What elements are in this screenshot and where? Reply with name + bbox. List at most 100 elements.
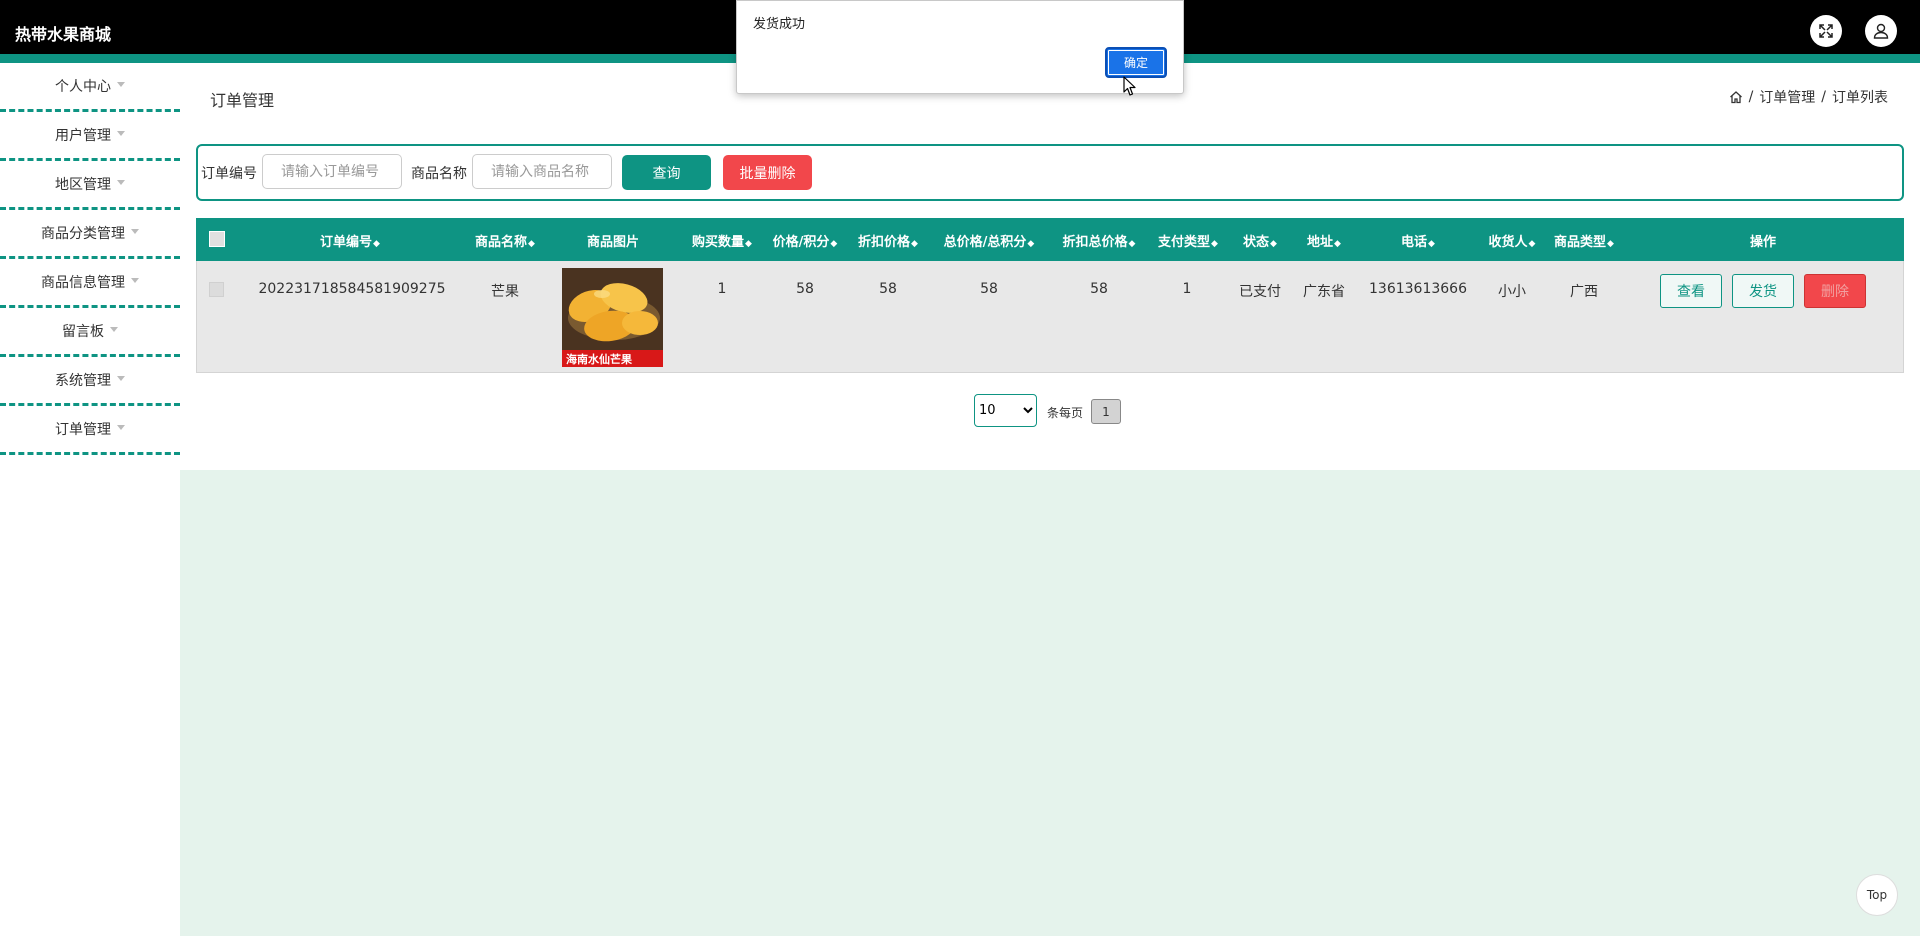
query-button[interactable]: 查询 — [622, 155, 711, 190]
alert-message: 发货成功 — [753, 17, 806, 32]
caret-down-icon — [131, 278, 139, 283]
caret-down-icon — [117, 180, 125, 185]
sidebar-item-order-management[interactable]: 订单管理 — [0, 406, 180, 455]
view-button[interactable]: 查看 — [1660, 274, 1722, 308]
page-number-button[interactable]: 1 — [1091, 399, 1121, 424]
caret-down-icon — [117, 131, 125, 136]
alert-dialog: 发货成功 确定 — [736, 0, 1184, 94]
sidebar-item-product-management[interactable]: 商品信息管理 — [0, 259, 180, 308]
select-all-checkbox[interactable] — [209, 231, 225, 247]
product-name-input[interactable] — [472, 154, 612, 189]
column-header-pay-type[interactable]: 支付类型◆ — [1158, 231, 1218, 250]
sort-icon: ◆ — [1211, 239, 1218, 249]
user-icon — [1873, 23, 1889, 39]
fullscreen-button[interactable] — [1810, 15, 1842, 47]
sidebar-item-label: 个人中心 — [55, 79, 111, 95]
breadcrumb: / 订单管理 / 订单列表 — [1729, 87, 1888, 107]
table-header — [196, 218, 1904, 261]
caret-down-icon — [131, 229, 139, 234]
app-title: 热带水果商城 — [15, 25, 112, 44]
sidebar-item-personal-center[interactable]: 个人中心 — [0, 63, 180, 112]
sidebar-item-user-management[interactable]: 用户管理 — [0, 112, 180, 161]
column-header-total-price[interactable]: 总价格/总积分◆ — [944, 231, 1035, 250]
column-header-actions: 操作 — [1749, 235, 1777, 250]
column-header-phone[interactable]: 电话◆ — [1401, 231, 1435, 250]
sort-icon: ◆ — [1027, 239, 1035, 249]
column-header-order-number[interactable]: 订单编号◆ — [320, 231, 380, 250]
column-header-status[interactable]: 状态◆ — [1243, 231, 1277, 250]
mouse-cursor-icon — [1123, 76, 1136, 96]
cell-price: 58 — [796, 281, 814, 297]
caret-down-icon — [117, 82, 125, 87]
sort-icon: ◆ — [830, 239, 838, 249]
table-row — [196, 261, 1904, 373]
column-header-discount-price[interactable]: 折扣价格◆ — [858, 231, 918, 250]
cell-order-number: 202231718584581909275 — [258, 281, 446, 297]
cell-phone: 13613613666 — [1369, 281, 1467, 297]
caret-down-icon — [110, 327, 118, 332]
sidebar-item-system-management[interactable]: 系统管理 — [0, 357, 180, 406]
sidebar-item-label: 用户管理 — [55, 128, 111, 144]
cell-discount-total: 58 — [1090, 281, 1108, 297]
page-title: 订单管理 — [210, 91, 275, 110]
per-page-label: 条每页 — [1047, 406, 1084, 420]
user-avatar-button[interactable] — [1865, 15, 1897, 47]
main-background — [180, 470, 1920, 936]
sidebar-item-label: 订单管理 — [55, 422, 111, 438]
cell-receiver: 小小 — [1498, 284, 1526, 300]
sidebar-item-label: 商品信息管理 — [41, 275, 125, 291]
column-header-product-type[interactable]: 商品类型◆ — [1554, 231, 1614, 250]
sort-icon: ◆ — [1607, 239, 1614, 249]
sidebar-item-label: 系统管理 — [55, 373, 111, 389]
column-header-price[interactable]: 价格/积分◆ — [773, 231, 838, 250]
sort-icon: ◆ — [373, 239, 380, 249]
sidebar: 个人中心 用户管理 地区管理 商品分类管理 商品信息管理 留言板 系统管理 订单… — [0, 63, 180, 936]
breadcrumb-item-order-list: 订单列表 — [1832, 90, 1888, 106]
sort-icon: ◆ — [528, 239, 535, 249]
sort-icon: ◆ — [911, 239, 918, 249]
sidebar-item-label: 商品分类管理 — [41, 226, 125, 242]
cell-product-type: 广西 — [1570, 284, 1598, 300]
column-header-receiver[interactable]: 收货人◆ — [1489, 231, 1536, 250]
sidebar-item-label: 地区管理 — [55, 177, 111, 193]
batch-delete-button[interactable]: 批量删除 — [723, 155, 812, 190]
alert-ok-button[interactable]: 确定 — [1105, 47, 1167, 78]
product-image-caption: 海南水仙芒果 — [562, 350, 663, 367]
sidebar-item-label: 留言板 — [62, 324, 104, 340]
column-header-product-image: 商品图片 — [586, 235, 640, 250]
sort-icon: ◆ — [745, 239, 752, 249]
breadcrumb-separator: / — [1748, 89, 1754, 105]
breadcrumb-item-order-management[interactable]: 订单管理 — [1759, 87, 1815, 107]
column-header-address[interactable]: 地址◆ — [1307, 231, 1341, 250]
fullscreen-icon — [1819, 24, 1833, 38]
caret-down-icon — [117, 425, 125, 430]
breadcrumb-separator: / — [1821, 89, 1826, 105]
sidebar-item-region-management[interactable]: 地区管理 — [0, 161, 180, 210]
delete-button[interactable]: 删除 — [1804, 274, 1866, 308]
sort-icon: ◆ — [1428, 239, 1435, 249]
back-to-top-button[interactable]: Top — [1856, 874, 1898, 916]
cell-pay-type: 1 — [1182, 281, 1192, 297]
order-number-input[interactable] — [262, 154, 402, 189]
product-image[interactable]: 海南水仙芒果 — [562, 268, 663, 367]
page-size-select[interactable]: 10 — [974, 394, 1037, 427]
ship-button[interactable]: 发货 — [1732, 274, 1794, 308]
cell-product-name: 芒果 — [491, 284, 519, 300]
sort-icon: ◆ — [1270, 239, 1277, 249]
sort-icon: ◆ — [1128, 239, 1136, 249]
home-icon[interactable] — [1729, 90, 1743, 104]
order-number-label: 订单编号 — [201, 166, 257, 182]
cell-status: 已支付 — [1239, 284, 1281, 300]
caret-down-icon — [117, 376, 125, 381]
sort-icon: ◆ — [1528, 239, 1536, 249]
column-header-product-name[interactable]: 商品名称◆ — [475, 231, 535, 250]
column-header-discount-total[interactable]: 折扣总价格◆ — [1063, 231, 1136, 250]
sidebar-item-category-management[interactable]: 商品分类管理 — [0, 210, 180, 259]
cell-address: 广东省 — [1303, 284, 1345, 300]
sidebar-item-message-board[interactable]: 留言板 — [0, 308, 180, 357]
cell-discount-price: 58 — [879, 281, 897, 297]
cell-total-price: 58 — [980, 281, 998, 297]
column-header-quantity[interactable]: 购买数量◆ — [692, 231, 752, 250]
cell-quantity: 1 — [717, 281, 727, 297]
row-checkbox[interactable] — [209, 282, 224, 297]
